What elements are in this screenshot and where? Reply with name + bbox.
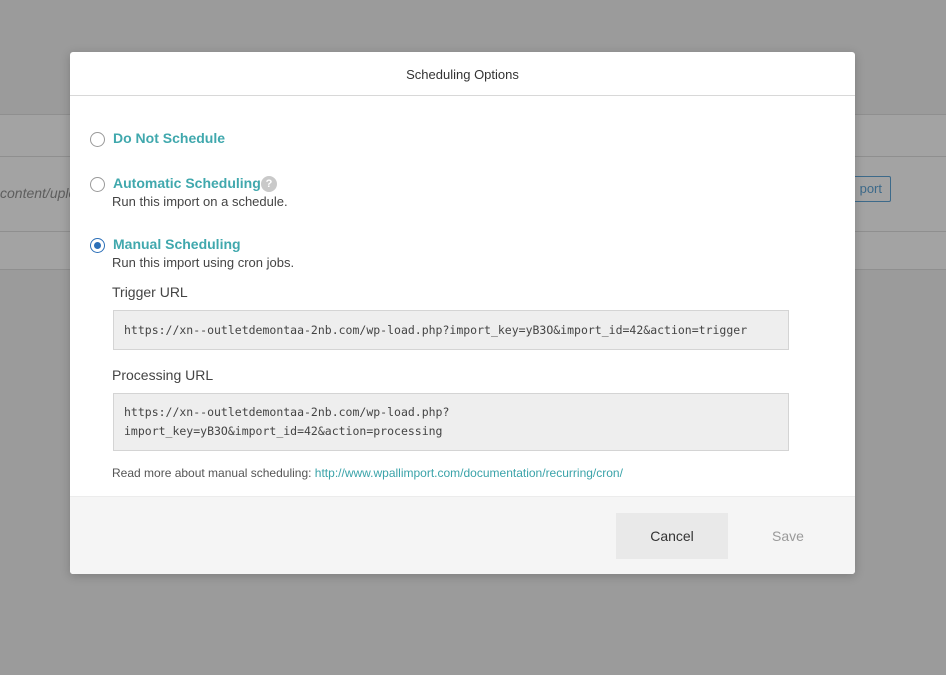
option-label[interactable]: Automatic Scheduling <box>113 175 261 191</box>
save-button[interactable]: Save <box>738 513 838 559</box>
trigger-url-box[interactable]: https://xn--outletdemontaa-2nb.com/wp-lo… <box>113 310 789 350</box>
option-description: Run this import using cron jobs. <box>112 255 295 270</box>
radio-manual-scheduling[interactable] <box>90 238 105 253</box>
trigger-url-label: Trigger URL <box>112 284 188 300</box>
radio-automatic-scheduling[interactable] <box>90 177 105 192</box>
option-label[interactable]: Do Not Schedule <box>113 130 225 146</box>
dialog-footer: Cancel Save <box>70 496 855 574</box>
documentation-link[interactable]: http://www.wpallimport.com/documentation… <box>315 466 623 480</box>
background-import-button: port <box>852 176 891 202</box>
read-more-text: Read more about manual scheduling: http:… <box>112 466 623 480</box>
scheduling-options-dialog: Scheduling Options Do Not Schedule Autom… <box>70 52 855 574</box>
processing-url-box[interactable]: https://xn--outletdemontaa-2nb.com/wp-lo… <box>113 393 789 451</box>
processing-url-line: import_key=yB3O&import_id=42&action=proc… <box>124 424 443 438</box>
dialog-body: Do Not Schedule Automatic Scheduling ? R… <box>70 96 855 496</box>
help-icon[interactable]: ? <box>261 176 277 192</box>
radio-do-not-schedule[interactable] <box>90 132 105 147</box>
processing-url-line: https://xn--outletdemontaa-2nb.com/wp-lo… <box>124 405 450 419</box>
read-more-label: Read more about manual scheduling: <box>112 466 315 480</box>
option-label[interactable]: Manual Scheduling <box>113 236 241 252</box>
dialog-title: Scheduling Options <box>70 52 855 96</box>
processing-url-label: Processing URL <box>112 367 214 383</box>
cancel-button[interactable]: Cancel <box>616 513 728 559</box>
option-description: Run this import on a schedule. <box>112 194 288 209</box>
